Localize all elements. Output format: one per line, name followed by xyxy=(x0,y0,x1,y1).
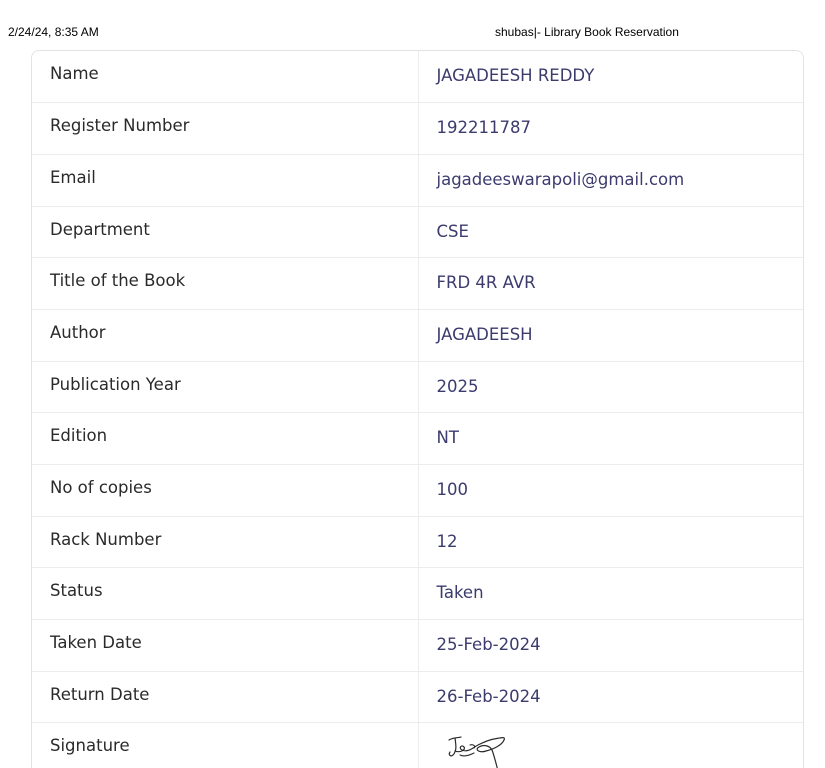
signature-image xyxy=(447,736,505,768)
reservation-details-table: Name JAGADEESH REDDY Register Number 192… xyxy=(32,51,803,768)
row-signature: Signature xyxy=(32,722,803,768)
author-value: JAGADEESH xyxy=(418,309,803,362)
row-copies: No of copies 100 xyxy=(32,464,803,517)
row-book-title: Title of the Book FRD 4R AVR xyxy=(32,257,803,310)
row-department: Department CSE xyxy=(32,206,803,259)
register-number-value: 192211787 xyxy=(418,102,803,155)
publication-year-label: Publication Year xyxy=(32,361,419,414)
reservation-details-card: Name JAGADEESH REDDY Register Number 192… xyxy=(31,50,804,768)
row-rack-number: Rack Number 12 xyxy=(32,516,803,569)
row-status: Status Taken xyxy=(32,567,803,621)
return-date-label: Return Date xyxy=(32,671,419,724)
edition-value: NT xyxy=(418,412,803,465)
book-title-label: Title of the Book xyxy=(32,257,419,310)
book-title-value: FRD 4R AVR xyxy=(418,257,803,310)
name-value: JAGADEESH REDDY xyxy=(418,51,803,104)
print-datetime: 2/24/24, 8:35 AM xyxy=(8,25,99,39)
row-email: Email jagadeeswarapoli@gmail.com xyxy=(32,154,803,207)
return-date-value: 26-Feb-2024 xyxy=(418,671,803,724)
rack-number-label: Rack Number xyxy=(32,516,419,569)
print-header: 2/24/24, 8:35 AM shubas|- Library Book R… xyxy=(8,25,825,39)
register-number-label: Register Number xyxy=(32,102,419,155)
author-label: Author xyxy=(32,309,419,362)
copies-label: No of copies xyxy=(32,464,419,517)
row-register-number: Register Number 192211787 xyxy=(32,102,803,155)
name-label: Name xyxy=(32,51,419,104)
email-value: jagadeeswarapoli@gmail.com xyxy=(418,154,803,207)
publication-year-value: 2025 xyxy=(418,361,803,414)
row-publication-year: Publication Year 2025 xyxy=(32,361,803,414)
taken-date-label: Taken Date xyxy=(32,619,419,672)
row-author: Author JAGADEESH xyxy=(32,309,803,362)
row-taken-date: Taken Date 25-Feb-2024 xyxy=(32,619,803,672)
row-return-date: Return Date 26-Feb-2024 xyxy=(32,671,803,724)
email-label: Email xyxy=(32,154,419,207)
signature-label: Signature xyxy=(32,722,419,768)
row-edition: Edition NT xyxy=(32,412,803,465)
taken-date-value: 25-Feb-2024 xyxy=(418,619,803,672)
signature-cell xyxy=(418,723,803,768)
rack-number-value: 12 xyxy=(418,516,803,569)
row-name: Name JAGADEESH REDDY xyxy=(32,51,803,104)
status-value: Taken xyxy=(418,567,803,621)
department-value: CSE xyxy=(418,206,803,259)
print-page-title: shubas|- Library Book Reservation xyxy=(495,25,679,39)
department-label: Department xyxy=(32,206,419,259)
status-label: Status xyxy=(32,567,419,621)
copies-value: 100 xyxy=(418,464,803,517)
edition-label: Edition xyxy=(32,412,419,465)
